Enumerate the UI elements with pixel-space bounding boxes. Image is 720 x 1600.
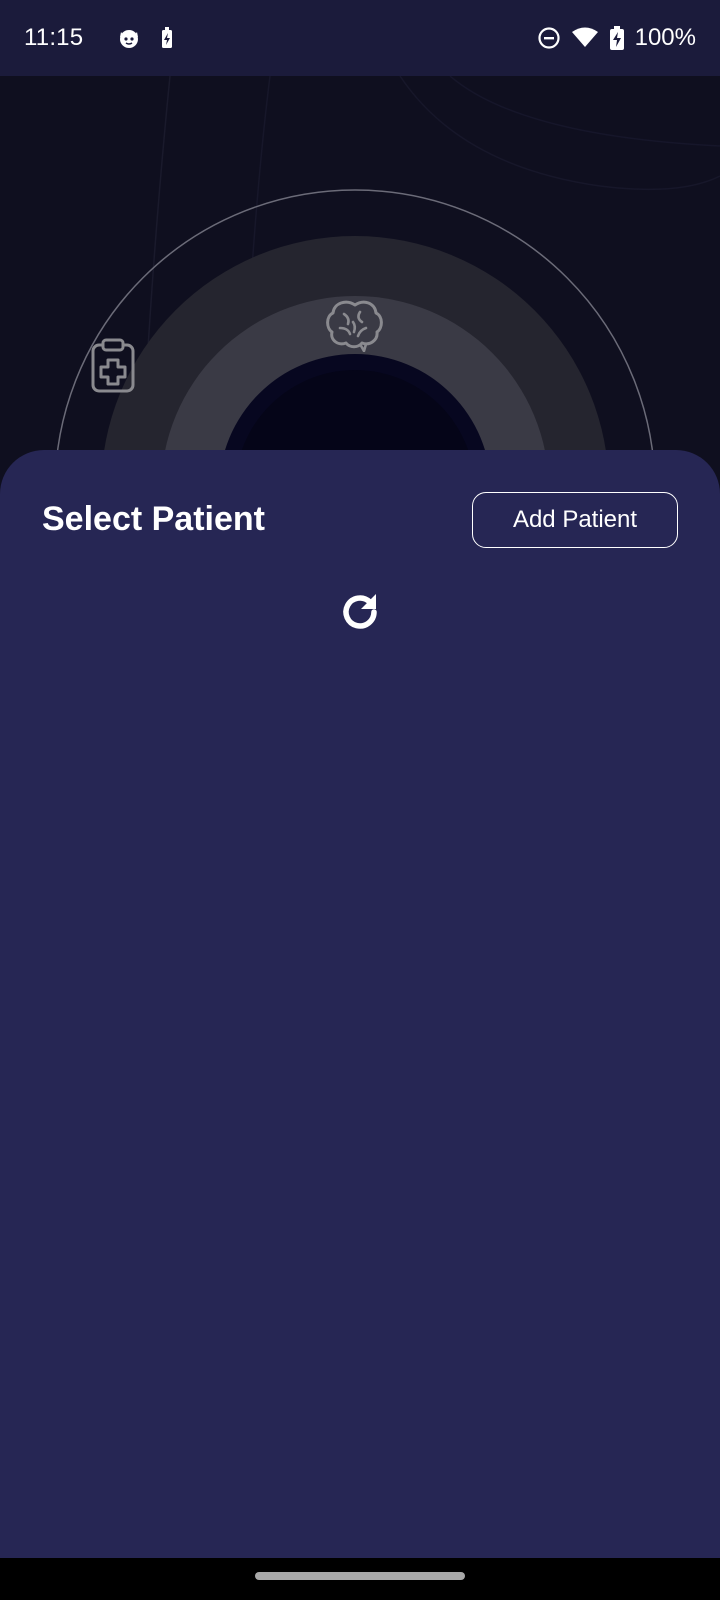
clipboard-medical-icon: [90, 338, 136, 394]
status-system-icons: 100%: [537, 24, 696, 52]
battery-percent: 100%: [634, 24, 696, 51]
page-title: Select Patient: [42, 500, 265, 538]
refresh-icon[interactable]: [336, 588, 384, 636]
app-screen: 11:15 100% Select Patient Add Patient: [0, 0, 720, 1600]
status-time: 11:15: [24, 24, 84, 51]
cat-notification-icon: [117, 26, 141, 50]
hero-graphic: [0, 76, 720, 496]
battery-charging-icon: [609, 25, 625, 51]
brain-icon: [326, 300, 384, 352]
hero-arcs: [54, 76, 720, 496]
status-bar: 11:15 100%: [0, 0, 720, 76]
battery-saver-icon: [159, 26, 175, 50]
home-gesture-handle[interactable]: [255, 1572, 465, 1580]
system-nav-bar: [0, 1558, 720, 1600]
wifi-icon: [571, 26, 599, 50]
status-notification-icons: [117, 26, 175, 50]
select-patient-sheet: Select Patient Add Patient: [0, 450, 720, 1558]
do-not-disturb-icon: [537, 26, 561, 50]
add-patient-button[interactable]: Add Patient: [472, 492, 678, 548]
